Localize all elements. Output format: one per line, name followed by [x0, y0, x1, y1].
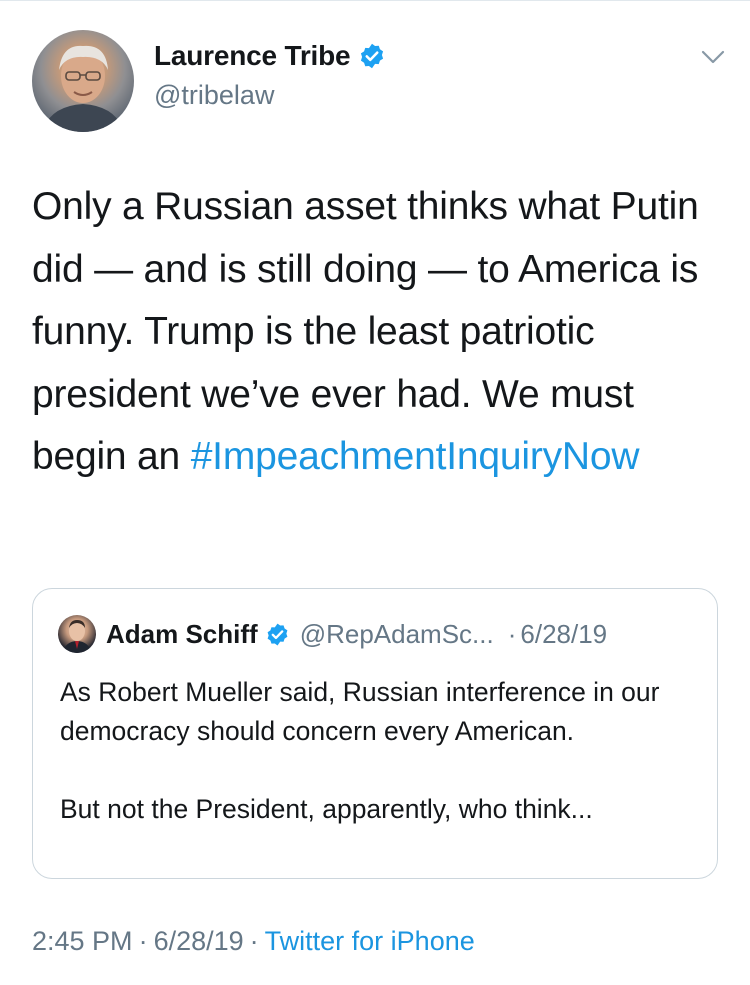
author-display-name[interactable]: Laurence Tribe — [154, 40, 351, 72]
tweet-footer: 2:45 PM · 6/28/19 · Twitter for iPhone — [32, 926, 475, 957]
tweet-source-link[interactable]: Twitter for iPhone — [265, 926, 475, 956]
quoted-author-avatar — [58, 615, 96, 653]
tweet-date[interactable]: 6/28/19 — [154, 926, 244, 956]
tweet-time: 2:45 PM — [32, 926, 133, 956]
quoted-date: 6/28/19 — [520, 618, 608, 649]
quoted-tweet-text: As Robert Mueller said, Russian interfer… — [60, 677, 660, 824]
footer-separator: · — [249, 926, 259, 956]
author-handle[interactable]: @tribelaw — [154, 80, 274, 111]
quoted-author-name: Adam Schiff — [106, 618, 258, 649]
profile-photo-icon — [42, 45, 124, 132]
chevron-down-icon[interactable] — [700, 48, 726, 66]
author-name-line: Laurence Tribe — [154, 40, 386, 72]
quoted-profile-photo-icon — [62, 620, 92, 653]
tweet-body: Only a Russian asset thinks what Putin d… — [32, 176, 722, 489]
tweet-header: Laurence Tribe @tribelaw — [32, 30, 725, 132]
quoted-author-handle: @RepAdamSc... — [299, 618, 494, 649]
hashtag-link[interactable]: #ImpeachmentInquiryNow — [191, 435, 640, 478]
author-avatar[interactable] — [32, 30, 134, 132]
footer-separator: · — [138, 926, 148, 956]
tweet: Laurence Tribe @tribelaw Only a Russian … — [0, 0, 750, 985]
verified-badge-icon — [267, 623, 288, 645]
quoted-separator: · — [507, 618, 517, 649]
verified-badge-icon — [361, 43, 384, 69]
quoted-tweet-card[interactable]: Adam Schiff @RepAdamSc... · 6/28/19 As R… — [32, 588, 718, 879]
quoted-tweet-header: Adam Schiff @RepAdamSc... · 6/28/19 — [58, 615, 607, 653]
